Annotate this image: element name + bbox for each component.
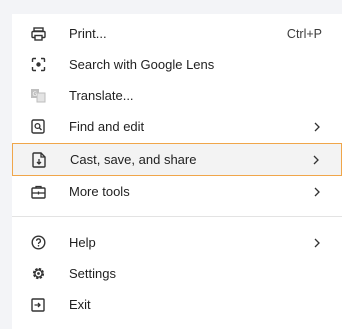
- menu-item-label: Find and edit: [69, 119, 145, 134]
- chevron-right-icon: [312, 121, 322, 133]
- menu-item-label: Translate...: [69, 88, 134, 103]
- find-icon: [30, 119, 46, 135]
- menu-item-exit[interactable]: Exit: [12, 289, 342, 320]
- menu-item-label: Exit: [69, 297, 91, 312]
- printer-icon: [30, 26, 46, 42]
- menu-item-label: Cast, save, and share: [70, 152, 197, 167]
- menu-item-cast-save-share[interactable]: Cast, save, and share: [12, 143, 342, 176]
- gear-icon: [30, 266, 46, 282]
- cast-save-share-icon: [31, 151, 47, 168]
- menu-item-label: More tools: [69, 184, 130, 199]
- chevron-right-icon: [311, 154, 321, 166]
- exit-icon: [30, 297, 46, 313]
- context-menu: Print... Ctrl+P Search with Google Lens …: [12, 14, 342, 329]
- help-icon: [30, 235, 46, 251]
- translate-icon: G: [30, 88, 46, 104]
- keyboard-shortcut: Ctrl+P: [286, 26, 322, 41]
- svg-text:G: G: [33, 91, 38, 98]
- menu-item-settings[interactable]: Settings: [12, 258, 342, 289]
- menu-item-help[interactable]: Help: [12, 227, 342, 258]
- google-lens-icon: [30, 57, 46, 73]
- menu-item-label: Help: [69, 235, 96, 250]
- menu-item-label: Settings: [69, 266, 116, 281]
- menu-item-label: Search with Google Lens: [69, 57, 215, 72]
- menu-item-label: Print...: [69, 26, 107, 41]
- menu-item-find-and-edit[interactable]: Find and edit: [12, 111, 342, 142]
- chevron-right-icon: [312, 237, 322, 249]
- menu-item-google-lens[interactable]: Search with Google Lens: [12, 49, 342, 80]
- menu-item-translate[interactable]: G Translate...: [12, 80, 342, 111]
- menu-item-print[interactable]: Print... Ctrl+P: [12, 18, 342, 49]
- chevron-right-icon: [312, 186, 322, 198]
- menu-divider: [12, 216, 342, 217]
- menu-item-more-tools[interactable]: More tools: [12, 176, 342, 207]
- toolbox-icon: [30, 184, 46, 200]
